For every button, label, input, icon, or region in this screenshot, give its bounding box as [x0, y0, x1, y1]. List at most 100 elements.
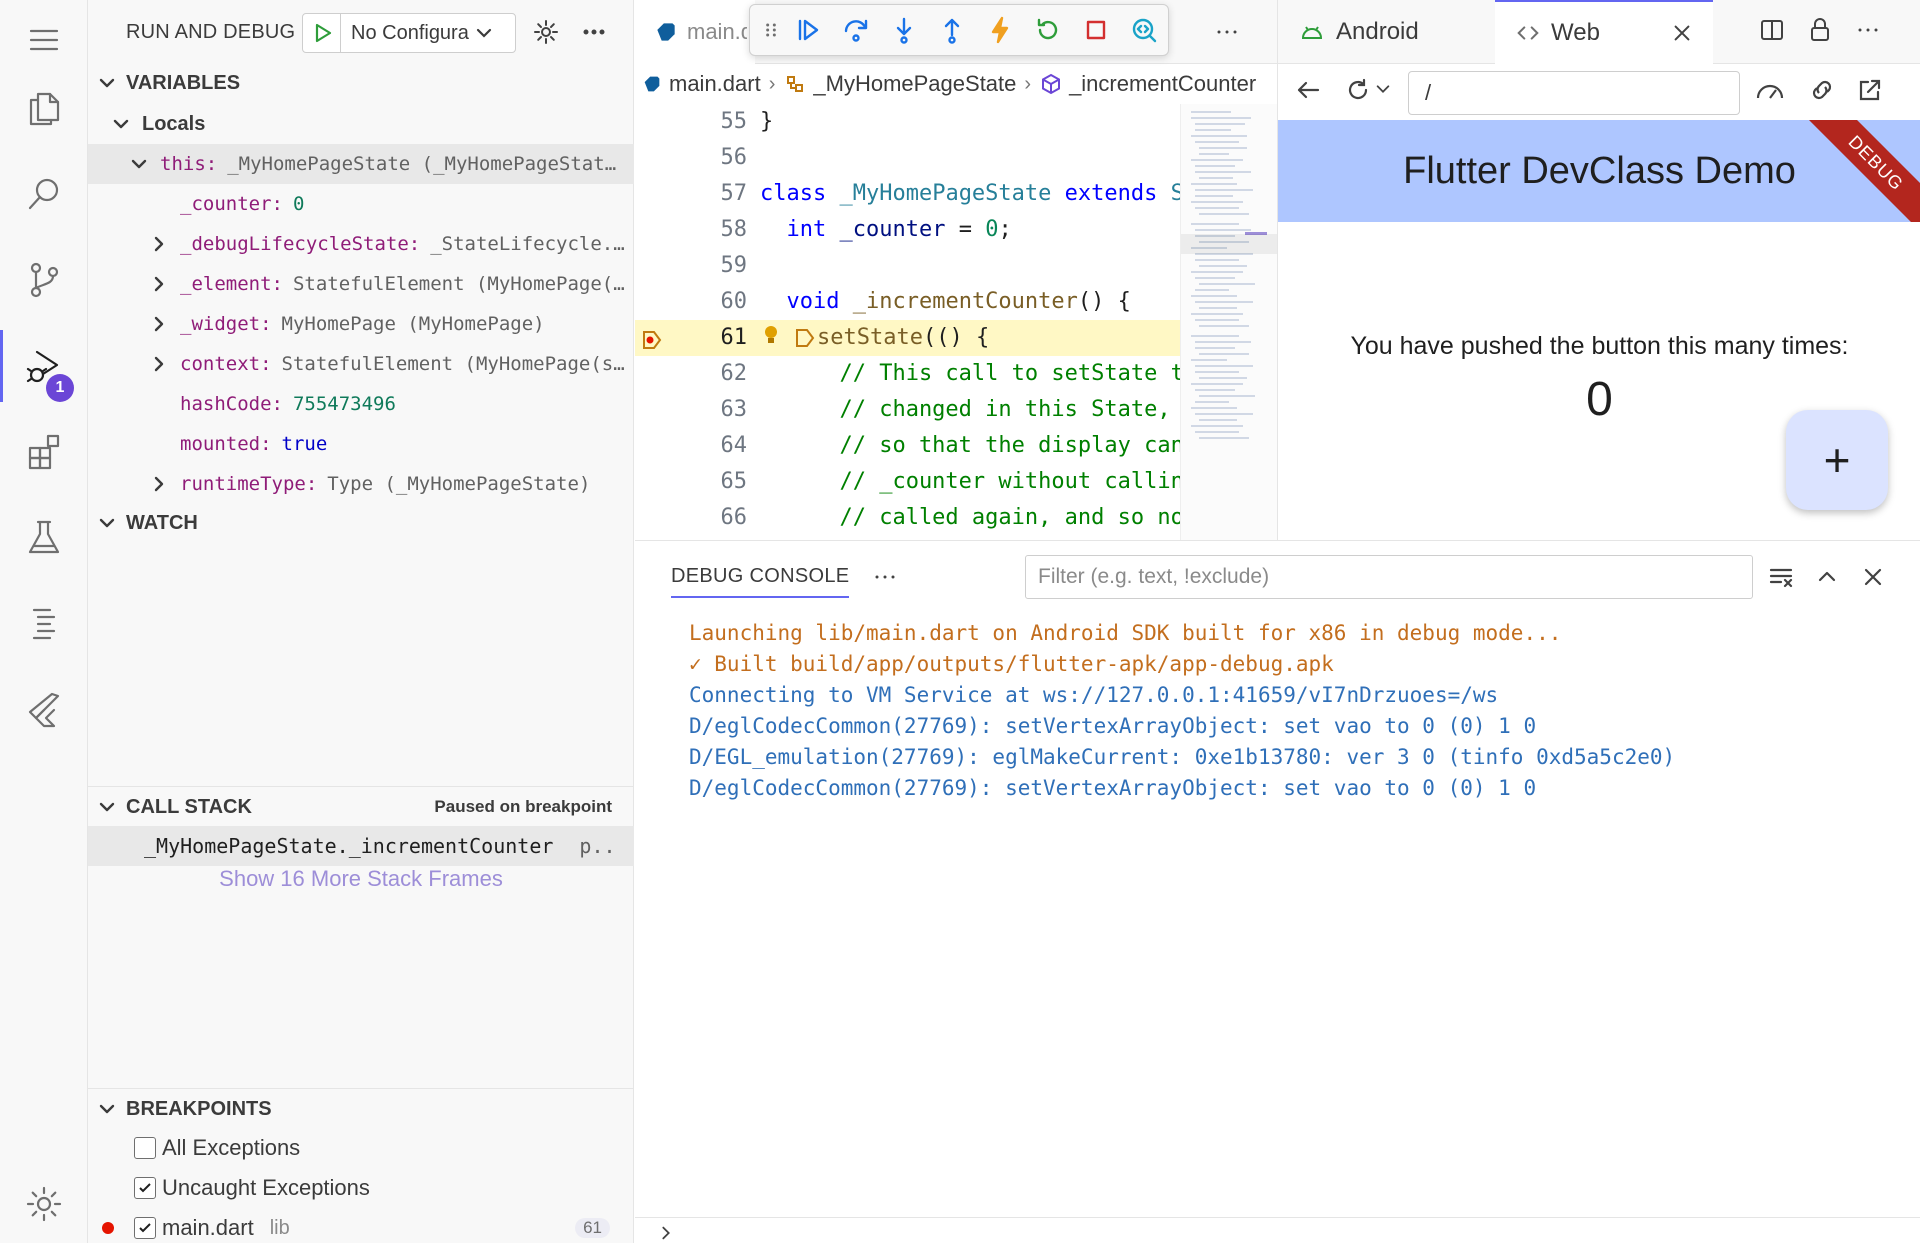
continue-button[interactable] — [784, 8, 832, 52]
variable-row[interactable]: _debugLifecycleState: _StateLifecycle.rea… — [88, 224, 634, 264]
checkbox-checked[interactable] — [134, 1217, 156, 1239]
code-line[interactable]: 58 int _counter = 0; — [635, 212, 1180, 248]
hot-reload-button[interactable] — [976, 8, 1024, 52]
restart-button[interactable] — [1024, 8, 1072, 52]
code-line[interactable]: 62 // This call to setState tells the Fl… — [635, 356, 1181, 392]
line-number[interactable]: 64 — [675, 428, 748, 464]
flutter-icon[interactable] — [0, 670, 88, 750]
start-debugging-button[interactable] — [303, 14, 341, 52]
launch-config-label[interactable]: No Configurations — [341, 22, 469, 45]
increment-fab-button[interactable]: + — [1786, 410, 1888, 510]
console-line: Launching lib/main.dart on Android SDK b… — [689, 621, 1562, 645]
checkbox-checked[interactable] — [134, 1177, 156, 1199]
line-number[interactable]: 57 — [675, 176, 748, 212]
variable-row[interactable]: runtimeType: Type (_MyHomePageState) — [88, 464, 634, 504]
checkbox-unchecked[interactable] — [134, 1137, 156, 1159]
more-actions-icon[interactable] — [871, 563, 899, 596]
minimap[interactable] — [1180, 104, 1278, 540]
line-number[interactable]: 61 — [675, 320, 748, 356]
code-line[interactable]: 66 // called again, and so nothing would… — [635, 500, 1181, 536]
chevron-down-icon[interactable] — [469, 23, 499, 43]
call-stack-section-header[interactable]: CALL STACK Paused on breakpoint — [88, 788, 634, 826]
locals-scope[interactable]: Locals — [88, 104, 634, 144]
breadcrumb-class[interactable]: _MyHomePageState — [813, 71, 1016, 97]
variable-row[interactable]: mounted: true — [88, 424, 634, 464]
breakpoint-item[interactable]: Uncaught Exceptions — [88, 1168, 634, 1208]
code-editor[interactable]: 55}5657class _MyHomePageState extends St… — [635, 104, 1180, 540]
clear-console-icon[interactable] — [1763, 559, 1799, 595]
tab-debug-console[interactable]: DEBUG CONSOLE — [671, 565, 850, 598]
reload-icon[interactable] — [1344, 76, 1372, 109]
settings-gear-icon[interactable] — [0, 1164, 88, 1243]
code-line[interactable]: 60 void _incrementCounter() { — [635, 284, 1180, 320]
testing-icon[interactable] — [0, 498, 88, 578]
code-line[interactable]: 59 — [635, 248, 1180, 284]
line-number[interactable]: 63 — [675, 392, 748, 428]
step-into-button[interactable] — [880, 8, 928, 52]
chevron-down-icon[interactable] — [1374, 80, 1392, 103]
tab-web[interactable]: Web — [1495, 0, 1713, 64]
line-number[interactable]: 58 — [675, 212, 748, 248]
breakpoints-section-header[interactable]: BREAKPOINTS — [88, 1090, 634, 1128]
link-icon[interactable] — [1808, 76, 1836, 109]
outline-icon[interactable] — [0, 584, 88, 664]
code-line[interactable]: 64 // so that the display can reflect th… — [635, 428, 1181, 464]
show-more-stack-frames-link[interactable]: Show 16 More Stack Frames — [88, 866, 634, 892]
more-actions-icon[interactable] — [578, 16, 610, 48]
variable-this[interactable]: this: _MyHomePageState (_MyHomePageState… — [88, 144, 634, 184]
code-line[interactable]: 55} — [635, 104, 1180, 140]
tab-android[interactable]: Android — [1278, 0, 1495, 64]
drag-handle-icon[interactable] — [758, 8, 784, 52]
repl-input[interactable] — [635, 1217, 1920, 1243]
launch-configuration-selector[interactable]: No Configurations — [302, 13, 516, 53]
run-debug-icon[interactable]: 1 — [0, 326, 88, 406]
variable-row[interactable]: _element: StatefulElement (MyHomePage(sta… — [88, 264, 634, 304]
line-number[interactable]: 66 — [675, 500, 748, 536]
code-line[interactable]: 63 // changed in this State, which cause… — [635, 392, 1180, 428]
line-number[interactable]: 60 — [675, 284, 748, 320]
open-launch-json-gear-icon[interactable] — [530, 16, 562, 48]
more-actions-icon[interactable] — [1209, 16, 1245, 48]
code-line[interactable]: 57 class _MyHomePageState extends State<M… — [635, 176, 1181, 212]
breakpoint-item[interactable]: All Exceptions — [88, 1128, 634, 1168]
code-line[interactable]: 56 — [635, 140, 1180, 176]
variables-section-header[interactable]: VARIABLES — [88, 64, 634, 102]
step-over-button[interactable] — [832, 8, 880, 52]
variable-row[interactable]: _counter: 0 — [88, 184, 634, 224]
performance-gauge-icon[interactable] — [1754, 76, 1786, 109]
url-input[interactable]: / — [1408, 71, 1740, 115]
devtools-inspector-button[interactable] — [1120, 8, 1168, 52]
step-out-button[interactable] — [928, 8, 976, 52]
line-number[interactable]: 56 — [675, 140, 748, 176]
breadcrumb-method[interactable]: _incrementCounter — [1069, 71, 1256, 97]
explorer-icon[interactable] — [0, 68, 88, 148]
variable-row[interactable]: _widget: MyHomePage (MyHomePage) — [88, 304, 634, 344]
split-editor-icon[interactable] — [1758, 16, 1790, 48]
line-number[interactable]: 55 — [675, 104, 748, 140]
stack-frame-item[interactable]: _MyHomePageState._incrementCounter p.. — [88, 826, 634, 866]
lightbulb-icon[interactable] — [763, 324, 779, 360]
variable-row[interactable]: hashCode: 755473496 — [88, 384, 634, 424]
line-number[interactable]: 62 — [675, 356, 748, 392]
watch-section-header[interactable]: WATCH — [88, 504, 634, 542]
open-external-icon[interactable] — [1856, 76, 1884, 109]
maximize-panel-chevron-up-icon[interactable] — [1809, 559, 1845, 595]
more-actions-icon[interactable] — [1854, 16, 1886, 48]
console-filter-input[interactable]: Filter (e.g. text, !exclude) — [1025, 555, 1753, 599]
code-line[interactable]: 65 // _counter without calling setState(… — [635, 464, 1181, 500]
lock-icon[interactable] — [1806, 16, 1838, 48]
close-panel-icon[interactable] — [1855, 559, 1891, 595]
back-arrow-icon[interactable] — [1294, 76, 1322, 109]
breakpoint-item[interactable]: main.dart lib 61 — [88, 1208, 634, 1243]
source-control-icon[interactable] — [0, 240, 88, 320]
stop-button[interactable] — [1072, 8, 1120, 52]
editor-tab-main-dart[interactable]: main.dart — [635, 0, 755, 64]
code-line[interactable]: 61 setState(() { — [635, 320, 1180, 356]
breadcrumb-file[interactable]: main.dart — [669, 71, 761, 97]
close-icon[interactable] — [1671, 22, 1693, 44]
variable-row[interactable]: context: StatefulElement (MyHomePage(stat… — [88, 344, 634, 384]
line-number[interactable]: 59 — [675, 248, 748, 284]
line-number[interactable]: 65 — [675, 464, 748, 500]
search-icon[interactable] — [0, 154, 88, 234]
extensions-icon[interactable] — [0, 412, 88, 492]
